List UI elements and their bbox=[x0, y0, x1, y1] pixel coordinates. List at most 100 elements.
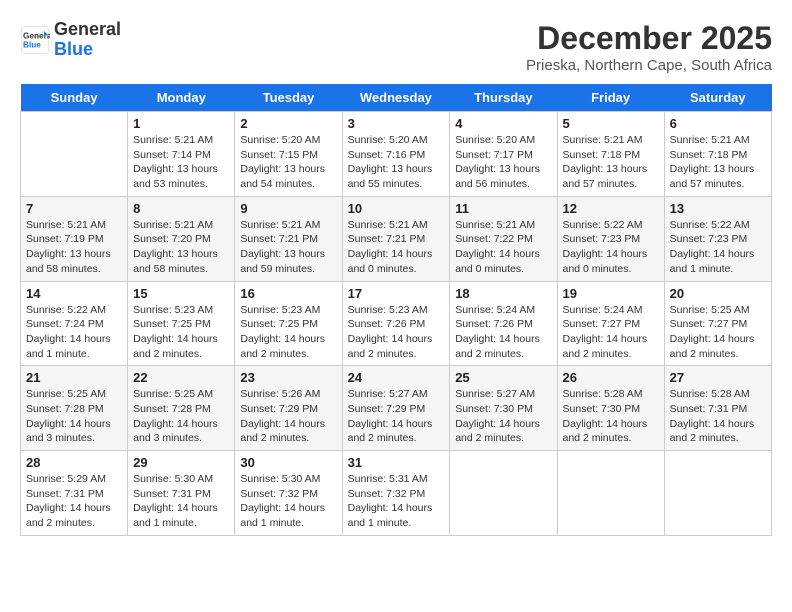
calendar-cell: 26 Sunrise: 5:28 AMSunset: 7:30 PMDayligh… bbox=[557, 366, 664, 451]
day-info: Sunrise: 5:24 AMSunset: 7:27 PMDaylight:… bbox=[563, 303, 659, 362]
day-info: Sunrise: 5:22 AMSunset: 7:23 PMDaylight:… bbox=[563, 218, 659, 277]
day-info: Sunrise: 5:29 AMSunset: 7:31 PMDaylight:… bbox=[26, 472, 122, 531]
calendar-cell bbox=[450, 451, 557, 536]
calendar-cell: 23Sunrise: 5:26 AMSunset: 7:29 PMDayligh… bbox=[235, 366, 342, 451]
calendar-cell: 19Sunrise: 5:24 AMSunset: 7:27 PMDayligh… bbox=[557, 281, 664, 366]
day-number: 24 bbox=[348, 370, 445, 385]
svg-text:General: General bbox=[23, 31, 50, 40]
day-header-tuesday: Tuesday bbox=[235, 84, 342, 112]
day-info: Sunrise: 5:25 AMSunset: 7:27 PMDaylight:… bbox=[670, 303, 766, 362]
day-number: 10 bbox=[348, 201, 445, 216]
day-info: Sunrise: 5:21 AMSunset: 7:21 PMDaylight:… bbox=[348, 218, 445, 277]
day-info: Sunrise: 5:25 AMSunset: 7:28 PMDaylight:… bbox=[26, 387, 122, 446]
day-number: 30 bbox=[240, 455, 336, 470]
day-number: 9 bbox=[240, 201, 336, 216]
day-number: 20 bbox=[670, 286, 766, 301]
calendar-cell: 21 Sunrise: 5:25 AMSunset: 7:28 PMDayligh… bbox=[21, 366, 128, 451]
calendar-cell: 1 Sunrise: 5:21 AMSunset: 7:14 PMDaylight… bbox=[128, 112, 235, 197]
day-number: 21 bbox=[26, 370, 122, 385]
calendar-cell: 27 Sunrise: 5:28 AMSunset: 7:31 PMDayligh… bbox=[664, 366, 771, 451]
calendar-cell: 16Sunrise: 5:23 AMSunset: 7:25 PMDayligh… bbox=[235, 281, 342, 366]
day-number: 22 bbox=[133, 370, 229, 385]
day-number: 4 bbox=[455, 116, 551, 131]
calendar-cell: 28 Sunrise: 5:29 AMSunset: 7:31 PMDayligh… bbox=[21, 451, 128, 536]
calendar-cell: 30 Sunrise: 5:30 AMSunset: 7:32 PMDayligh… bbox=[235, 451, 342, 536]
day-info: Sunrise: 5:28 AMSunset: 7:31 PMDaylight:… bbox=[670, 387, 766, 446]
day-info: Sunrise: 5:21 AMSunset: 7:14 PMDaylight:… bbox=[133, 133, 229, 192]
day-number: 5 bbox=[563, 116, 659, 131]
calendar-cell: 5 Sunrise: 5:21 AMSunset: 7:18 PMDaylight… bbox=[557, 112, 664, 197]
calendar-cell bbox=[664, 451, 771, 536]
day-number: 27 bbox=[670, 370, 766, 385]
calendar-cell bbox=[557, 451, 664, 536]
day-number: 25 bbox=[455, 370, 551, 385]
calendar-cell: 24 Sunrise: 5:27 AMSunset: 7:29 PMDayligh… bbox=[342, 366, 450, 451]
day-number: 1 bbox=[133, 116, 229, 131]
day-header-friday: Friday bbox=[557, 84, 664, 112]
day-number: 12 bbox=[563, 201, 659, 216]
day-info: Sunrise: 5:21 AMSunset: 7:18 PMDaylight:… bbox=[670, 133, 766, 192]
calendar-cell: 13Sunrise: 5:22 AMSunset: 7:23 PMDayligh… bbox=[664, 196, 771, 281]
day-info: Sunrise: 5:30 AMSunset: 7:31 PMDaylight:… bbox=[133, 472, 229, 531]
day-info: Sunrise: 5:21 AMSunset: 7:19 PMDaylight:… bbox=[26, 218, 122, 277]
calendar-cell: 18Sunrise: 5:24 AMSunset: 7:26 PMDayligh… bbox=[450, 281, 557, 366]
calendar-cell: 9Sunrise: 5:21 AMSunset: 7:21 PMDaylight… bbox=[235, 196, 342, 281]
week-row-5: 28 Sunrise: 5:29 AMSunset: 7:31 PMDayligh… bbox=[21, 451, 772, 536]
day-number: 28 bbox=[26, 455, 122, 470]
day-info: Sunrise: 5:25 AMSunset: 7:28 PMDaylight:… bbox=[133, 387, 229, 446]
logo-text: General Blue bbox=[54, 20, 121, 60]
day-header-monday: Monday bbox=[128, 84, 235, 112]
logo-icon: General Blue bbox=[20, 25, 50, 55]
calendar-cell: 22 Sunrise: 5:25 AMSunset: 7:28 PMDayligh… bbox=[128, 366, 235, 451]
day-info: Sunrise: 5:22 AMSunset: 7:24 PMDaylight:… bbox=[26, 303, 122, 362]
calendar-cell bbox=[21, 112, 128, 197]
day-info: Sunrise: 5:21 AMSunset: 7:18 PMDaylight:… bbox=[563, 133, 659, 192]
day-info: Sunrise: 5:27 AMSunset: 7:29 PMDaylight:… bbox=[348, 387, 445, 446]
day-number: 15 bbox=[133, 286, 229, 301]
day-number: 3 bbox=[348, 116, 445, 131]
day-number: 17 bbox=[348, 286, 445, 301]
week-row-1: 1 Sunrise: 5:21 AMSunset: 7:14 PMDaylight… bbox=[21, 112, 772, 197]
day-header-thursday: Thursday bbox=[450, 84, 557, 112]
calendar-cell: 20 Sunrise: 5:25 AMSunset: 7:27 PMDayligh… bbox=[664, 281, 771, 366]
day-info: Sunrise: 5:20 AMSunset: 7:16 PMDaylight:… bbox=[348, 133, 445, 192]
header: General Blue General Blue December 2025 … bbox=[20, 20, 772, 74]
calendar-table: SundayMondayTuesdayWednesdayThursdayFrid… bbox=[20, 84, 772, 536]
calendar-cell: 29 Sunrise: 5:30 AMSunset: 7:31 PMDayligh… bbox=[128, 451, 235, 536]
calendar-cell: 10 Sunrise: 5:21 AMSunset: 7:21 PMDayligh… bbox=[342, 196, 450, 281]
day-number: 31 bbox=[348, 455, 445, 470]
day-number: 18 bbox=[455, 286, 551, 301]
title-area: December 2025 Prieska, Northern Cape, So… bbox=[526, 20, 772, 74]
day-info: Sunrise: 5:23 AMSunset: 7:25 PMDaylight:… bbox=[133, 303, 229, 362]
calendar-cell: 14 Sunrise: 5:22 AMSunset: 7:24 PMDayligh… bbox=[21, 281, 128, 366]
svg-text:Blue: Blue bbox=[23, 40, 41, 49]
calendar-cell: 12 Sunrise: 5:22 AMSunset: 7:23 PMDayligh… bbox=[557, 196, 664, 281]
day-number: 13 bbox=[670, 201, 766, 216]
day-info: Sunrise: 5:20 AMSunset: 7:15 PMDaylight:… bbox=[240, 133, 336, 192]
calendar-cell: 2Sunrise: 5:20 AMSunset: 7:15 PMDaylight… bbox=[235, 112, 342, 197]
week-row-2: 7 Sunrise: 5:21 AMSunset: 7:19 PMDaylight… bbox=[21, 196, 772, 281]
day-info: Sunrise: 5:23 AMSunset: 7:26 PMDaylight:… bbox=[348, 303, 445, 362]
calendar-cell: 6 Sunrise: 5:21 AMSunset: 7:18 PMDaylight… bbox=[664, 112, 771, 197]
day-number: 7 bbox=[26, 201, 122, 216]
day-info: Sunrise: 5:20 AMSunset: 7:17 PMDaylight:… bbox=[455, 133, 551, 192]
day-info: Sunrise: 5:23 AMSunset: 7:25 PMDaylight:… bbox=[240, 303, 336, 362]
day-number: 8 bbox=[133, 201, 229, 216]
calendar-cell: 15 Sunrise: 5:23 AMSunset: 7:25 PMDayligh… bbox=[128, 281, 235, 366]
location: Prieska, Northern Cape, South Africa bbox=[526, 57, 772, 74]
day-info: Sunrise: 5:28 AMSunset: 7:30 PMDaylight:… bbox=[563, 387, 659, 446]
day-info: Sunrise: 5:31 AMSunset: 7:32 PMDaylight:… bbox=[348, 472, 445, 531]
day-number: 29 bbox=[133, 455, 229, 470]
calendar-cell: 7 Sunrise: 5:21 AMSunset: 7:19 PMDaylight… bbox=[21, 196, 128, 281]
day-number: 14 bbox=[26, 286, 122, 301]
day-number: 26 bbox=[563, 370, 659, 385]
day-info: Sunrise: 5:30 AMSunset: 7:32 PMDaylight:… bbox=[240, 472, 336, 531]
calendar-cell: 8Sunrise: 5:21 AMSunset: 7:20 PMDaylight… bbox=[128, 196, 235, 281]
day-number: 6 bbox=[670, 116, 766, 131]
week-row-4: 21 Sunrise: 5:25 AMSunset: 7:28 PMDayligh… bbox=[21, 366, 772, 451]
calendar-cell: 17 Sunrise: 5:23 AMSunset: 7:26 PMDayligh… bbox=[342, 281, 450, 366]
day-info: Sunrise: 5:21 AMSunset: 7:22 PMDaylight:… bbox=[455, 218, 551, 277]
day-header-saturday: Saturday bbox=[664, 84, 771, 112]
day-header-wednesday: Wednesday bbox=[342, 84, 450, 112]
month-title: December 2025 bbox=[526, 20, 772, 57]
